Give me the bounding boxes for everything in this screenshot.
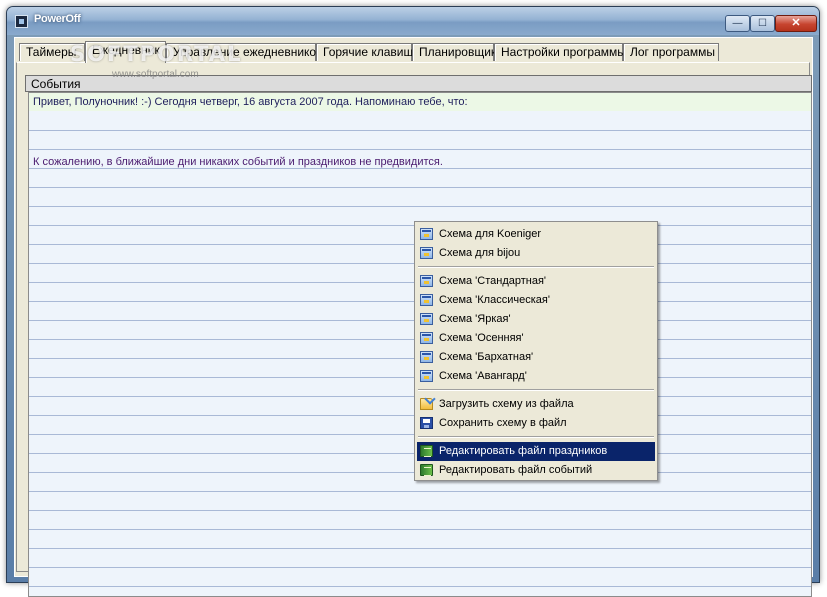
book-icon: [420, 445, 433, 457]
menu-item-scheme-bijou[interactable]: Схема для bijou: [417, 244, 655, 263]
events-header: События: [25, 75, 812, 92]
menu-separator: [418, 436, 654, 438]
events-header-label: События: [31, 77, 81, 91]
menu-item-label: Редактировать файл событий: [439, 464, 593, 476]
menu-item-scheme-avantgarde[interactable]: Схема 'Авангард': [417, 367, 655, 386]
book-icon: [420, 464, 433, 476]
menu-item-scheme-velvet[interactable]: Схема 'Бархатная': [417, 348, 655, 367]
tab-program-settings[interactable]: Настройки программы: [494, 43, 626, 61]
window-title: PowerOff: [34, 13, 81, 25]
menu-item-label: Схема 'Осенняя': [439, 332, 524, 344]
menu-item-save-scheme[interactable]: Сохранить схему в файл: [417, 414, 655, 433]
app-icon[interactable]: [15, 15, 28, 28]
maximize-button[interactable]: ☐: [750, 15, 775, 32]
app-window: PowerOff — ☐ ✕ SOFTPORTAL www.softportal…: [6, 6, 820, 597]
scheme-icon: [420, 275, 433, 287]
menu-item-scheme-classic[interactable]: Схема 'Классическая': [417, 291, 655, 310]
menu-item-scheme-bright[interactable]: Схема 'Яркая': [417, 310, 655, 329]
tab-strip: Таймеры Ежедневник Управление ежедневник…: [17, 41, 807, 63]
scheme-icon: [420, 313, 433, 325]
menu-item-label: Схема 'Яркая': [439, 313, 511, 325]
scheme-icon: [420, 370, 433, 382]
menu-separator: [418, 266, 654, 268]
tab-timers[interactable]: Таймеры: [19, 43, 85, 61]
scheme-icon: [420, 332, 433, 344]
tab-diary-management[interactable]: Управление ежедневником: [166, 43, 324, 61]
close-button[interactable]: ✕: [775, 15, 817, 32]
greeting-line: Привет, Полуночник! :-) Сегодня четверг,…: [29, 93, 811, 111]
title-bar[interactable]: PowerOff — ☐ ✕: [7, 7, 819, 35]
tab-scheduler[interactable]: Планировщик: [412, 43, 496, 61]
scheme-icon: [420, 294, 433, 306]
open-folder-icon: [420, 398, 433, 410]
menu-item-scheme-autumn[interactable]: Схема 'Осенняя': [417, 329, 655, 348]
menu-item-label: Схема для Koeniger: [439, 228, 542, 240]
no-events-message: К сожалению, в ближайшие дни никаких соб…: [33, 156, 443, 168]
context-menu: Схема для Koeniger Схема для bijou Схема…: [414, 221, 658, 481]
tab-program-log[interactable]: Лог программы: [623, 43, 719, 61]
menu-item-label: Сохранить схему в файл: [439, 417, 567, 429]
save-icon: [420, 417, 433, 429]
scheme-icon: [420, 351, 433, 363]
minimize-button[interactable]: —: [725, 15, 750, 32]
menu-separator: [418, 389, 654, 391]
menu-item-scheme-koeniger[interactable]: Схема для Koeniger: [417, 225, 655, 244]
menu-item-edit-holidays[interactable]: Редактировать файл праздников: [417, 442, 655, 461]
menu-item-label: Схема для bijou: [439, 247, 521, 259]
tab-diary[interactable]: Ежедневник: [85, 41, 166, 63]
menu-item-label: Схема 'Бархатная': [439, 351, 534, 363]
menu-item-edit-events[interactable]: Редактировать файл событий: [417, 461, 655, 480]
menu-item-scheme-standard[interactable]: Схема 'Стандартная': [417, 272, 655, 291]
menu-item-label: Загрузить схему из файла: [439, 398, 574, 410]
menu-item-load-scheme[interactable]: Загрузить схему из файла: [417, 395, 655, 414]
scheme-icon: [420, 247, 433, 259]
menu-item-label: Схема 'Классическая': [439, 294, 550, 306]
tab-hotkeys[interactable]: Горячие клавиши: [316, 43, 420, 61]
menu-item-label: Схема 'Стандартная': [439, 275, 547, 287]
scheme-icon: [420, 228, 433, 240]
menu-item-label: Схема 'Авангард': [439, 370, 527, 382]
menu-item-label: Редактировать файл праздников: [439, 445, 608, 457]
